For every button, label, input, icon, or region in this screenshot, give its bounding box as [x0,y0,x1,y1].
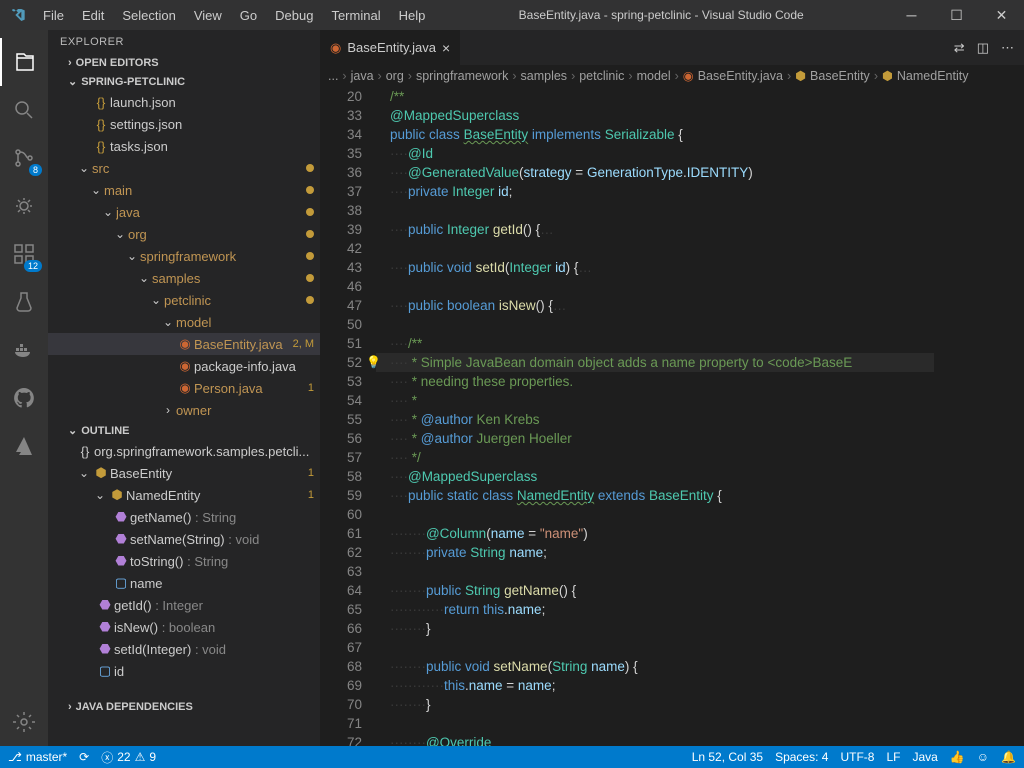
file-package-info[interactable]: ◉package-info.java [48,355,320,377]
sync-status[interactable]: ⟳ [79,750,89,764]
outline-getid[interactable]: ⬣getId() : Integer [48,594,320,616]
file-base-entity[interactable]: ◉BaseEntity.java2, M [48,333,320,355]
line-gutter: 2033343536373839424346475051525354555657… [320,87,376,746]
file-tasks-json[interactable]: {}tasks.json [48,135,320,157]
folder-model[interactable]: ⌄model [48,311,320,333]
menu-debug[interactable]: Debug [267,4,321,27]
encoding-status[interactable]: UTF-8 [840,750,874,764]
git-branch[interactable]: ⎇master* [8,750,67,764]
thumbs-up-icon[interactable]: 👍 [950,750,965,764]
azure-icon[interactable] [0,422,48,470]
indent-status[interactable]: Spaces: 4 [775,750,828,764]
menu-go[interactable]: Go [232,4,265,27]
file-settings-json[interactable]: {}settings.json [48,113,320,135]
explorer-icon[interactable] [0,38,48,86]
open-editors-header[interactable]: ›OPEN EDITORS [48,54,320,72]
split-icon[interactable]: ◫ [977,40,989,56]
menu-file[interactable]: File [35,4,72,27]
java-file-icon: ◉ [330,40,341,56]
menu-bar: File Edit Selection View Go Debug Termin… [35,4,433,27]
github-icon[interactable] [0,374,48,422]
close-icon[interactable]: × [442,40,450,56]
explorer-header: EXPLORER [48,30,320,54]
outline-pkg[interactable]: {}org.springframework.samples.petcli... [48,440,320,462]
tab-label: BaseEntity.java [347,40,436,55]
folder-main[interactable]: ⌄main [48,179,320,201]
project-header[interactable]: ⌄SPRING-PETCLINIC [48,72,320,91]
bell-icon[interactable]: 🔔 [1001,750,1016,764]
settings-icon[interactable] [0,698,48,746]
code-text[interactable]: /** @MappedSuperclass public class BaseE… [376,87,934,746]
debug-icon[interactable] [0,182,48,230]
status-bar: ⎇master* ⟳ ⓧ22 ⚠9 Ln 52, Col 35 Spaces: … [0,746,1024,768]
folder-java[interactable]: ⌄java [48,201,320,223]
test-icon[interactable] [0,278,48,326]
title-bar: File Edit Selection View Go Debug Termin… [0,0,1024,30]
feedback-icon[interactable]: ☺ [977,750,989,764]
warning-icon: ⚠ [135,750,146,764]
outline-id[interactable]: ▢id [48,660,320,682]
folder-samples[interactable]: ⌄samples [48,267,320,289]
scm-icon[interactable]: 8 [0,134,48,182]
folder-springframework[interactable]: ⌄springframework [48,245,320,267]
cursor-position[interactable]: Ln 52, Col 35 [692,750,763,764]
tab-baseentity[interactable]: ◉ BaseEntity.java × [320,30,461,65]
outline-setid[interactable]: ⬣setId(Integer) : void [48,638,320,660]
vscode-icon [0,7,35,23]
java-deps-header[interactable]: ›JAVA DEPENDENCIES [48,698,320,716]
more-icon[interactable]: ⋯ [1001,40,1014,56]
lightbulb-icon[interactable]: 💡 [366,353,381,372]
minimize-button[interactable]: ─ [889,0,934,30]
docker-icon[interactable] [0,326,48,374]
compare-icon[interactable]: ⇄ [954,40,965,56]
file-launch-json[interactable]: {}launch.json [48,91,320,113]
eol-status[interactable]: LF [886,750,900,764]
file-person[interactable]: ◉Person.java1 [48,377,320,399]
code-editor[interactable]: 2033343536373839424346475051525354555657… [320,87,1024,746]
language-status[interactable]: Java [912,750,937,764]
outline-header[interactable]: ⌄OUTLINE [48,421,320,440]
error-icon: ⓧ [101,749,113,766]
outline-tostring[interactable]: ⬣toString() : String [48,550,320,572]
folder-src[interactable]: ⌄src [48,157,320,179]
folder-org[interactable]: ⌄org [48,223,320,245]
sync-icon: ⟳ [79,750,89,764]
outline-tree: {}org.springframework.samples.petcli... … [48,440,320,698]
outline-isnew[interactable]: ⬣isNew() : boolean [48,616,320,638]
menu-view[interactable]: View [186,4,230,27]
maximize-button[interactable]: ☐ [934,0,979,30]
outline-getname[interactable]: ⬣getName() : String [48,506,320,528]
scm-badge: 8 [29,164,42,176]
folder-owner[interactable]: ›owner [48,399,320,421]
editor-tabs: ◉ BaseEntity.java × ⇄ ◫ ⋯ [320,30,1024,65]
outline-baseentity[interactable]: ⌄⬢BaseEntity1 [48,462,320,484]
window-title: BaseEntity.java - spring-petclinic - Vis… [433,8,889,22]
file-tree: {}launch.json {}settings.json {}tasks.js… [48,91,320,421]
menu-edit[interactable]: Edit [74,4,112,27]
close-button[interactable]: ✕ [979,0,1024,30]
menu-terminal[interactable]: Terminal [323,4,388,27]
editor-area: ◉ BaseEntity.java × ⇄ ◫ ⋯ ...› java› org… [320,30,1024,746]
activity-bar: 8 12 [0,30,48,746]
extensions-icon[interactable]: 12 [0,230,48,278]
branch-icon: ⎇ [8,750,22,764]
ext-badge: 12 [24,260,42,272]
breadcrumb[interactable]: ...› java› org› springframework› samples… [320,65,1024,87]
folder-petclinic[interactable]: ⌄petclinic [48,289,320,311]
outline-name[interactable]: ▢name [48,572,320,594]
menu-selection[interactable]: Selection [114,4,183,27]
outline-setname[interactable]: ⬣setName(String) : void [48,528,320,550]
menu-help[interactable]: Help [391,4,434,27]
problems-status[interactable]: ⓧ22 ⚠9 [101,749,156,766]
outline-namedentity[interactable]: ⌄⬢NamedEntity1 [48,484,320,506]
search-icon[interactable] [0,86,48,134]
sidebar: EXPLORER ›OPEN EDITORS ⌄SPRING-PETCLINIC… [48,30,320,746]
minimap[interactable] [934,87,1024,746]
